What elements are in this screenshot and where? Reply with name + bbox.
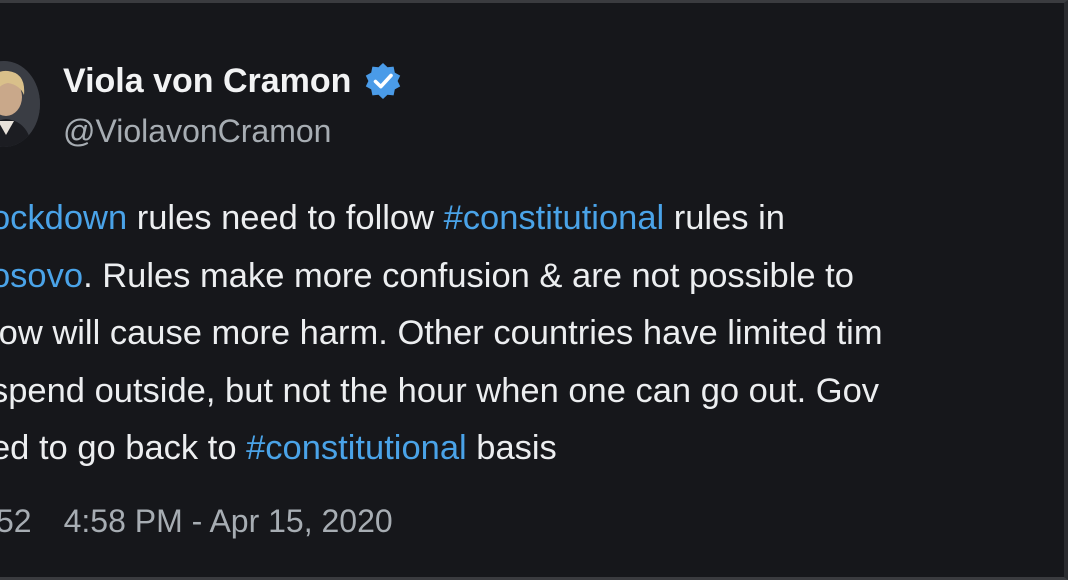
tweet-timestamp[interactable]: 4:58 PM - Apr 15, 2020 (64, 503, 393, 539)
tweet-text-segment: ed to go back to (0, 429, 247, 467)
author-handle[interactable]: @ViolavonCramon (63, 113, 331, 150)
hashtag-link[interactable]: osovo (0, 257, 83, 295)
hashtag-link[interactable]: #constitutional (444, 199, 665, 237)
hashtag-link[interactable]: ockdown (0, 199, 127, 237)
tweet-line: spend outside, but not the hour when one… (0, 363, 1064, 421)
tweet-card: Viola von Cramon @ViolavonCramon ockdown… (0, 0, 1068, 580)
tweet-line: low will cause more harm. Other countrie… (0, 305, 1064, 363)
author-display-name[interactable]: Viola von Cramon (63, 62, 351, 101)
tweet-text-segment: . Rules make more confusion & are not po… (83, 256, 854, 295)
tweet-text-segment: spend outside, but not the hour when one… (0, 371, 880, 410)
avatar[interactable] (0, 61, 40, 147)
tweet-text-segment: rules need to follow (127, 199, 444, 237)
tweet-line: osovo. Rules make more confusion & are n… (0, 248, 1064, 306)
avatar-image (0, 61, 40, 147)
hashtag-link[interactable]: #constitutional (246, 429, 467, 467)
tweet-text-segment: rules in (664, 199, 785, 237)
tweet-meta: 52 4:58 PM - Apr 15, 2020 (0, 503, 393, 540)
tweet-line: ed to go back to #constitutional basis (0, 420, 1064, 478)
count-fragment: 52 (0, 503, 32, 539)
verified-badge-icon (363, 61, 403, 101)
tweet-text-segment: low will cause more harm. Other countrie… (0, 314, 883, 352)
tweet-text-segment: basis (466, 429, 557, 467)
author-name-row[interactable]: Viola von Cramon (63, 61, 403, 101)
tweet-text: ockdown rules need to follow #constituti… (0, 190, 1064, 478)
tweet-line: ockdown rules need to follow #constituti… (0, 190, 1064, 248)
